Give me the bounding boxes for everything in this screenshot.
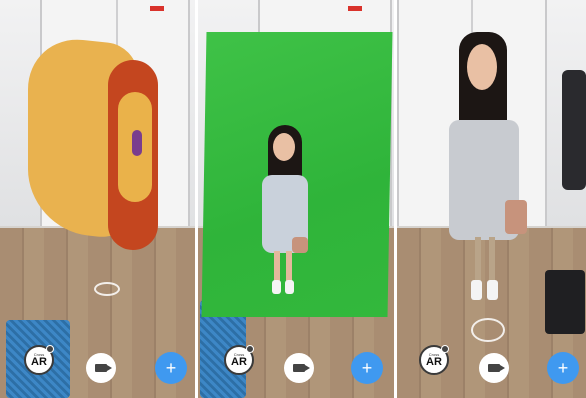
record-button[interactable] <box>479 353 509 383</box>
person-leg-right <box>286 251 292 281</box>
ar-mode-button[interactable]: Cross AR <box>419 345 449 375</box>
person-shoe-left <box>471 280 482 300</box>
placement-ring <box>94 282 120 296</box>
placement-ring <box>471 318 505 342</box>
person-leg-right <box>489 237 495 282</box>
settings-dot-icon <box>46 345 54 353</box>
person-handbag <box>505 200 527 234</box>
ar-mode-button[interactable]: Cross AR <box>224 345 254 375</box>
person-shoe-right <box>285 280 294 294</box>
add-button[interactable]: + <box>155 352 187 384</box>
add-button[interactable]: + <box>351 352 383 384</box>
ar-mode-button[interactable]: Cross AR <box>24 345 54 375</box>
ar-logo-icon: AR <box>31 355 47 368</box>
person-face <box>467 44 497 90</box>
settings-dot-icon <box>441 345 449 353</box>
ar-camera-view-greenscreen[interactable]: Cross AR + <box>198 0 394 398</box>
add-button[interactable]: + <box>547 352 579 384</box>
hanging-jacket <box>562 70 586 190</box>
record-button[interactable] <box>284 353 314 383</box>
video-camera-icon <box>293 364 310 372</box>
person-shoe-left <box>272 280 281 294</box>
sticker <box>348 6 362 11</box>
sticker <box>150 6 164 11</box>
ar-lion-eye <box>132 130 142 156</box>
settings-dot-icon <box>246 345 254 353</box>
record-button[interactable] <box>86 353 116 383</box>
person-face <box>273 133 295 161</box>
ar-camera-view-lion[interactable]: Cross AR + <box>0 0 195 398</box>
person-leg-left <box>274 251 280 281</box>
person-shoe-right <box>487 280 498 300</box>
person-handbag <box>292 237 308 253</box>
video-camera-icon <box>95 364 112 372</box>
ar-logo-icon: AR <box>426 355 442 368</box>
ar-camera-view-cutout[interactable]: Cross AR + <box>397 0 586 398</box>
ar-logo-icon: AR <box>231 355 247 368</box>
person-leg-left <box>475 237 481 282</box>
trash-bin <box>545 270 585 334</box>
video-camera-icon <box>488 364 505 372</box>
